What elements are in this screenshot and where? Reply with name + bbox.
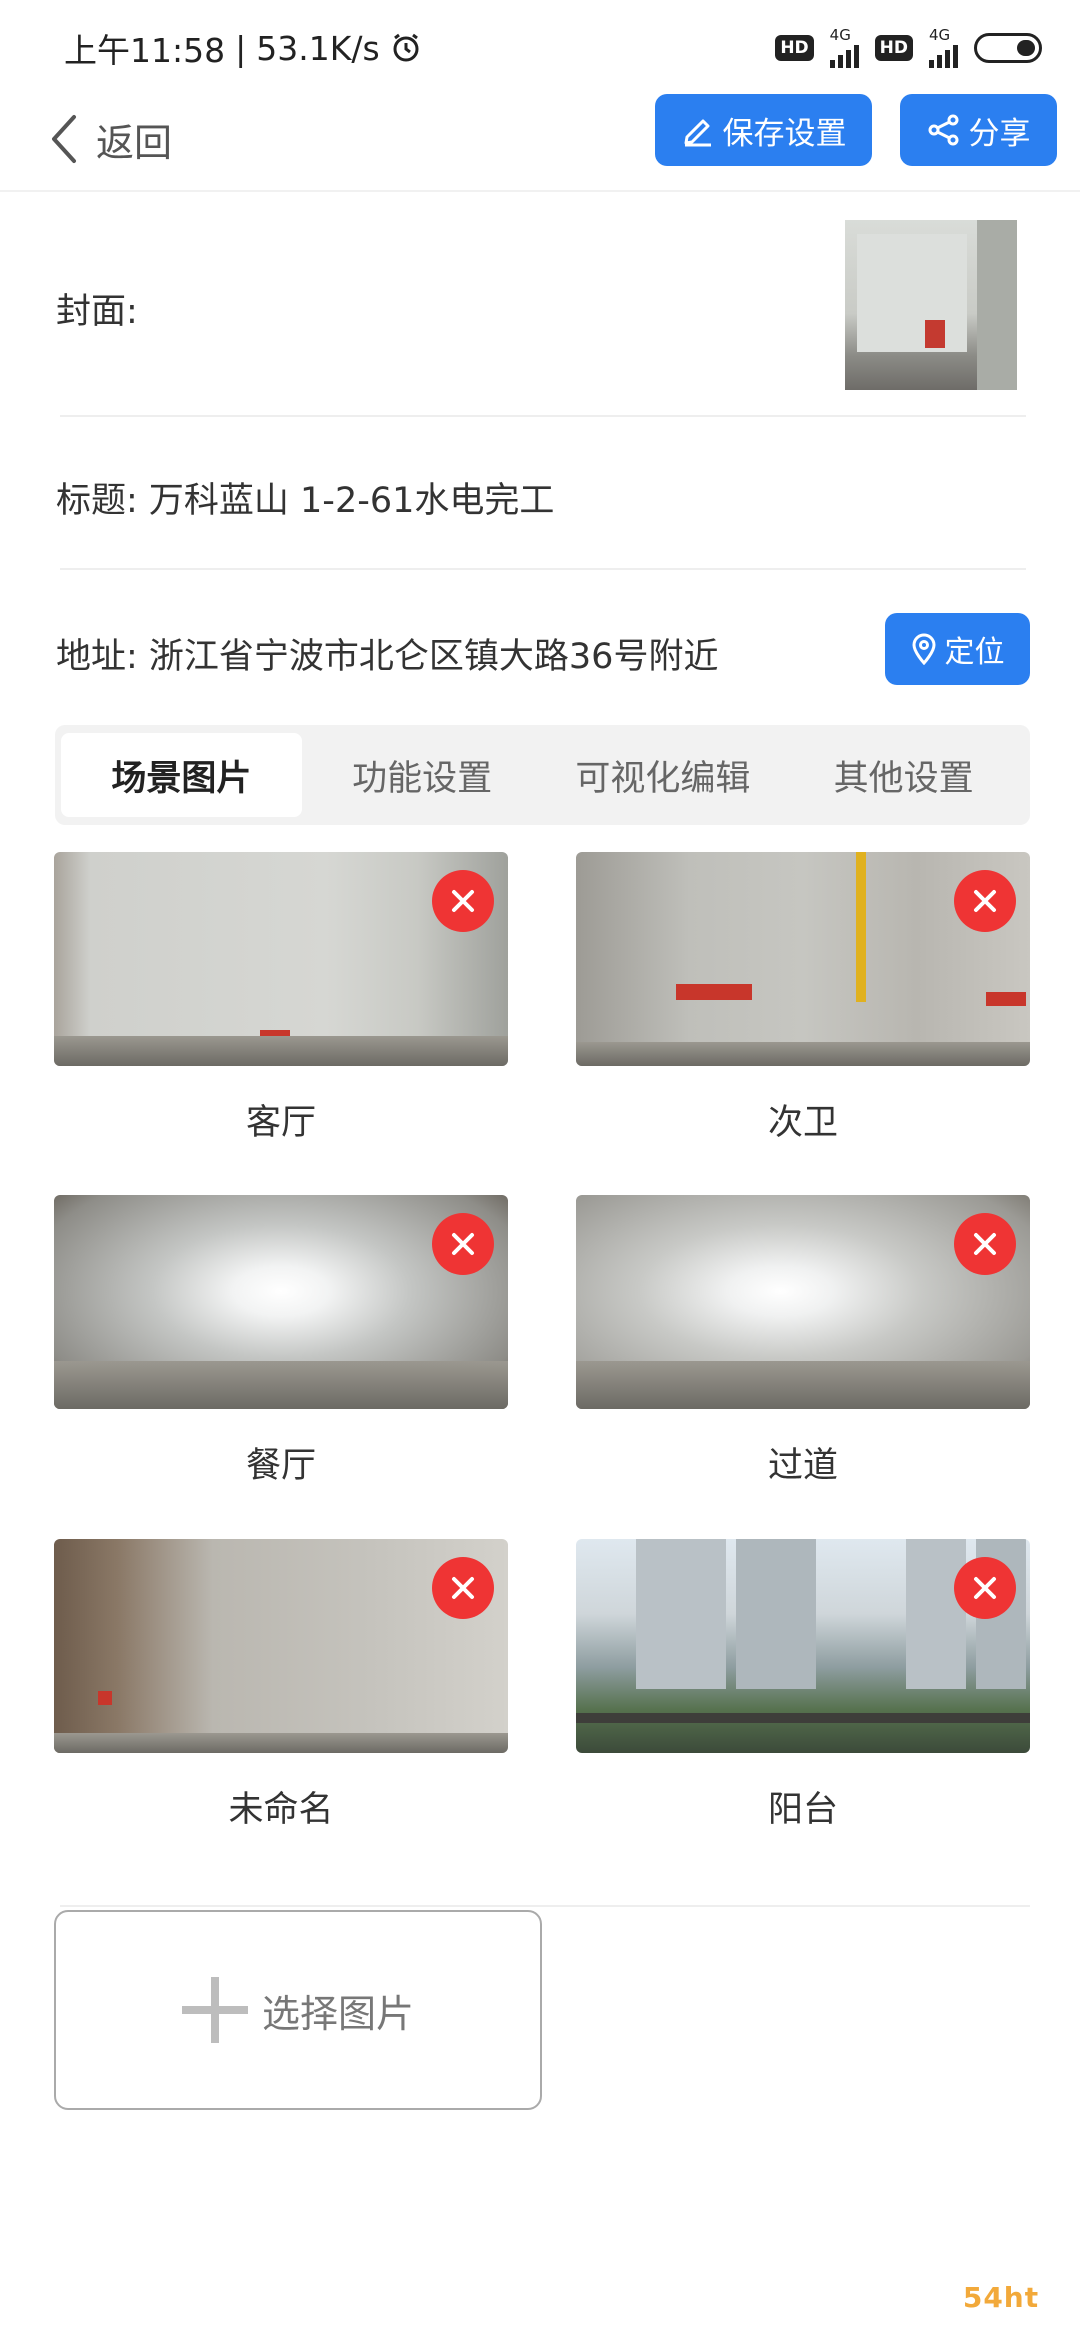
scene-card[interactable]: 次卫 <box>576 852 1030 1145</box>
scene-thumbnail[interactable] <box>54 1539 508 1753</box>
close-icon <box>974 1233 996 1255</box>
status-net-speed: 53.1K/s <box>256 28 380 68</box>
scene-label: 未命名 <box>228 1790 334 1830</box>
status-bar: 上午11:58 | 53.1K/s HD 4G HD 4G <box>0 0 1080 90</box>
status-time: 上午11:58 <box>64 31 226 70</box>
divider <box>60 568 1026 570</box>
scene-thumbnail[interactable] <box>576 1539 1030 1753</box>
save-settings-label: 保存设置 <box>722 115 847 152</box>
hd-badge: HD <box>775 35 814 61</box>
cover-image[interactable] <box>845 220 1017 390</box>
divider <box>60 415 1026 417</box>
share-label: 分享 <box>968 115 1031 152</box>
scene-thumbnail[interactable] <box>54 852 508 1066</box>
scene-card[interactable]: 餐厅 <box>54 1195 508 1488</box>
delete-scene-button[interactable] <box>432 870 494 932</box>
back-button[interactable]: 返回 <box>48 106 172 172</box>
scene-card[interactable]: 阳台 <box>576 1539 1030 1832</box>
watermark-text: 54ht <box>962 2280 1040 2314</box>
battery-icon <box>974 33 1042 63</box>
scene-label: 次卫 <box>767 1103 838 1143</box>
edit-icon <box>684 119 711 147</box>
delete-scene-button[interactable] <box>432 1213 494 1275</box>
title-field[interactable]: 标题: 万科蓝山 1-2-61水电完工 <box>56 472 1026 523</box>
share-button[interactable]: 分享 <box>900 94 1057 166</box>
delete-scene-button[interactable] <box>954 1557 1016 1619</box>
tab-function-settings[interactable]: 功能设置 <box>302 733 543 817</box>
scene-thumbnail[interactable] <box>576 1195 1030 1409</box>
status-separator: | <box>235 28 247 68</box>
signal-icon: 4G <box>929 28 958 68</box>
status-right: HD 4G HD 4G <box>775 28 1042 68</box>
tab-visual-editing[interactable]: 可视化编辑 <box>543 733 784 817</box>
plus-icon <box>181 1977 248 2043</box>
watermark-logo: 54ht <box>926 2264 1076 2330</box>
scene-label: 过道 <box>767 1446 838 1486</box>
locate-label: 定位 <box>944 635 1005 670</box>
status-left: 上午11:58 | 53.1K/s <box>64 24 422 72</box>
save-settings-button[interactable]: 保存设置 <box>655 94 872 166</box>
scene-card[interactable]: 过道 <box>576 1195 1030 1488</box>
scene-label: 餐厅 <box>245 1446 316 1486</box>
scene-label: 客厅 <box>245 1103 316 1143</box>
tab-bar: 场景图片 功能设置 可视化编辑 其他设置 <box>55 725 1030 825</box>
location-pin-icon <box>911 633 936 665</box>
scene-thumbnail[interactable] <box>576 852 1030 1066</box>
network-type-label: 4G <box>829 26 851 44</box>
signal-icon: 4G <box>829 26 859 68</box>
locate-button[interactable]: 定位 <box>885 613 1030 685</box>
close-icon <box>974 1577 996 1599</box>
divider <box>60 1905 1030 1907</box>
scene-card[interactable]: 未命名 <box>54 1539 508 1832</box>
scene-card[interactable]: 客厅 <box>54 852 508 1145</box>
select-image-button[interactable]: 选择图片 <box>54 1910 542 2110</box>
delete-scene-button[interactable] <box>432 1557 494 1619</box>
close-icon <box>974 890 996 912</box>
scene-label: 阳台 <box>767 1790 838 1830</box>
chevron-left-icon <box>52 115 76 163</box>
top-bar: 返回 保存设置 分享 <box>0 90 1080 192</box>
delete-scene-button[interactable] <box>954 1213 1016 1275</box>
scene-thumbnail[interactable] <box>54 1195 508 1409</box>
hd-badge: HD <box>874 35 913 61</box>
delete-scene-button[interactable] <box>954 870 1016 932</box>
share-icon <box>928 114 958 146</box>
close-icon <box>452 1233 474 1255</box>
network-type-label: 4G <box>929 26 951 44</box>
address-field[interactable]: 地址: 浙江省宁波市北仑区镇大路36号附近 <box>56 628 856 679</box>
close-icon <box>452 890 474 912</box>
alarm-icon <box>393 33 419 62</box>
close-icon <box>452 1577 474 1599</box>
back-label: 返回 <box>96 120 173 165</box>
select-image-label: 选择图片 <box>261 1991 414 2036</box>
tab-scene-images[interactable]: 场景图片 <box>61 733 302 817</box>
tab-other-settings[interactable]: 其他设置 <box>783 733 1024 817</box>
